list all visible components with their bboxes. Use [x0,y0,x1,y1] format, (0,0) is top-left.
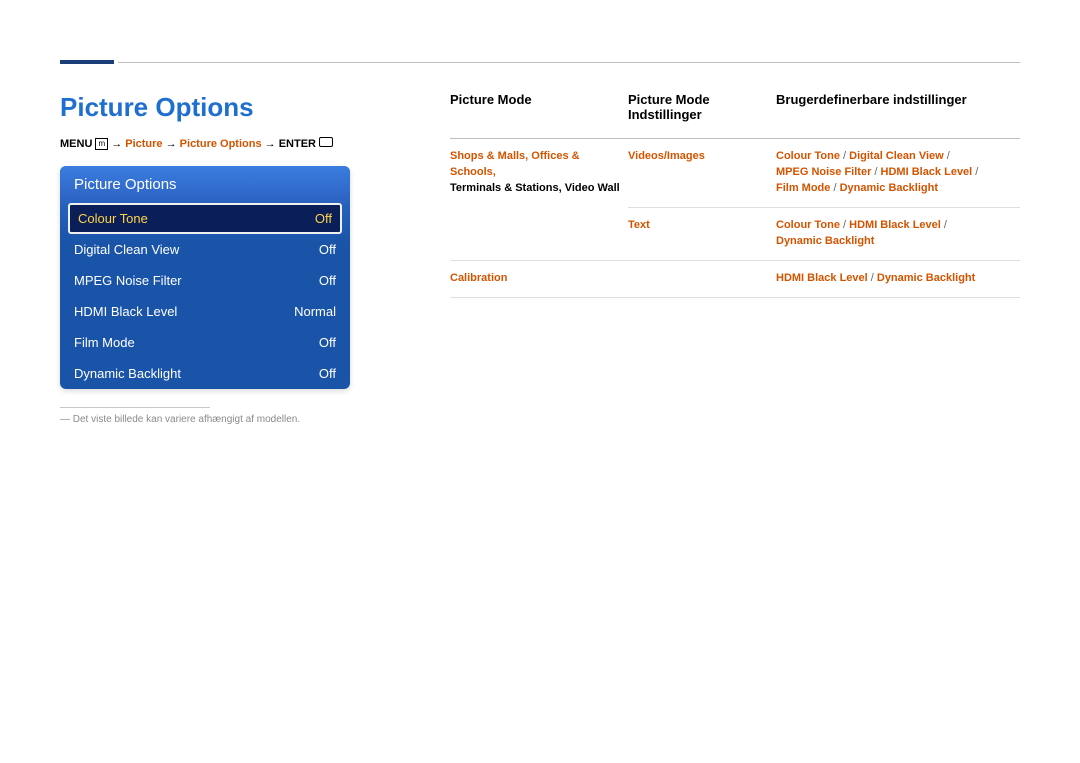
left-column: Picture Options MENU m → Picture → Pictu… [60,92,400,425]
osd-row-hdmi-black-level[interactable]: HDMI Black Level Normal [60,296,350,327]
osd-row-colour-tone[interactable]: Colour Tone Off [68,203,342,234]
cell-options: HDMI Black Level / Dynamic Backlight [776,260,1020,297]
osd-row-digital-clean-view[interactable]: Digital Clean View Off [60,234,350,265]
osd-row-label: MPEG Noise Filter [74,273,182,288]
cell-options: Colour Tone / HDMI Black Level / Dynamic… [776,207,1020,260]
cell-options: Colour Tone / Digital Clean View / MPEG … [776,139,1020,208]
breadcrumb-arrow-2: → [166,138,177,150]
opt: Digital Clean View [849,150,944,162]
cell-picture-mode: Shops & Malls, Offices & Schools, Termin… [450,139,628,261]
mode-line2: Terminals & Stations, Video Wall [450,182,620,194]
breadcrumb-lvl2: Picture Options [180,138,262,150]
breadcrumb: MENU m → Picture → Picture Options → ENT… [60,137,400,150]
top-rule [60,60,1020,64]
footnote-text: ― Det viste billede kan variere afhængig… [60,414,400,425]
table-header-mode-settings-l2: Indstillinger [628,107,702,122]
footnote-separator [60,407,210,408]
opt: Colour Tone [776,150,840,162]
osd-row-value: Normal [294,304,336,319]
enter-icon [319,137,333,147]
opt: Colour Tone [776,219,840,231]
osd-row-value: Off [319,335,336,350]
cell-setting: Videos/Images [628,139,776,208]
page: Picture Options MENU m → Picture → Pictu… [0,0,1080,425]
top-rule-line [118,62,1020,63]
table-header-mode-settings-l1: Picture Mode [628,92,710,107]
osd-row-label: Dynamic Backlight [74,366,181,381]
breadcrumb-enter: ENTER [279,138,316,150]
opt: Dynamic Backlight [840,182,938,194]
settings-table: Picture Mode Picture Mode Indstillinger … [450,92,1020,298]
opt: HDMI Black Level [849,219,941,231]
osd-row-value: Off [319,242,336,257]
opt: Dynamic Backlight [877,272,975,284]
right-column: Picture Mode Picture Mode Indstillinger … [450,92,1020,425]
osd-row-value: Off [315,211,332,226]
breadcrumb-arrow-1: → [111,138,122,150]
osd-row-film-mode[interactable]: Film Mode Off [60,327,350,358]
cell-setting: Text [628,207,776,260]
opt: HDMI Black Level [776,272,868,284]
content-columns: Picture Options MENU m → Picture → Pictu… [60,92,1020,425]
osd-row-mpeg-noise-filter[interactable]: MPEG Noise Filter Off [60,265,350,296]
osd-row-value: Off [319,273,336,288]
osd-panel: Picture Options Colour Tone Off Digital … [60,166,350,389]
opt: MPEG Noise Filter [776,166,871,178]
osd-header: Picture Options [60,166,350,203]
table-header-mode-settings: Picture Mode Indstillinger [628,92,776,139]
opt: Film Mode [776,182,830,194]
top-rule-accent [60,60,114,64]
table-row: Shops & Malls, Offices & Schools, Termin… [450,139,1020,208]
osd-row-label: Film Mode [74,335,135,350]
cell-picture-mode: Calibration [450,260,628,297]
table-header-mode: Picture Mode [450,92,628,139]
breadcrumb-menu: MENU [60,138,92,150]
breadcrumb-arrow-3: → [265,138,276,150]
opt: Dynamic Backlight [776,235,874,247]
osd-row-dynamic-backlight[interactable]: Dynamic Backlight Off [60,358,350,389]
breadcrumb-lvl1: Picture [125,138,162,150]
section-title: Picture Options [60,92,400,123]
opt: HDMI Black Level [881,166,973,178]
osd-row-value: Off [319,366,336,381]
cell-setting [628,260,776,297]
osd-row-label: HDMI Black Level [74,304,177,319]
menu-icon: m [95,138,108,150]
mode-line1: Shops & Malls, Offices & Schools, [450,150,580,178]
osd-row-label: Colour Tone [78,211,148,226]
osd-row-label: Digital Clean View [74,242,179,257]
table-header-user-settings: Brugerdefinerbare indstillinger [776,92,1020,139]
table-row: Calibration HDMI Black Level / Dynamic B… [450,260,1020,297]
